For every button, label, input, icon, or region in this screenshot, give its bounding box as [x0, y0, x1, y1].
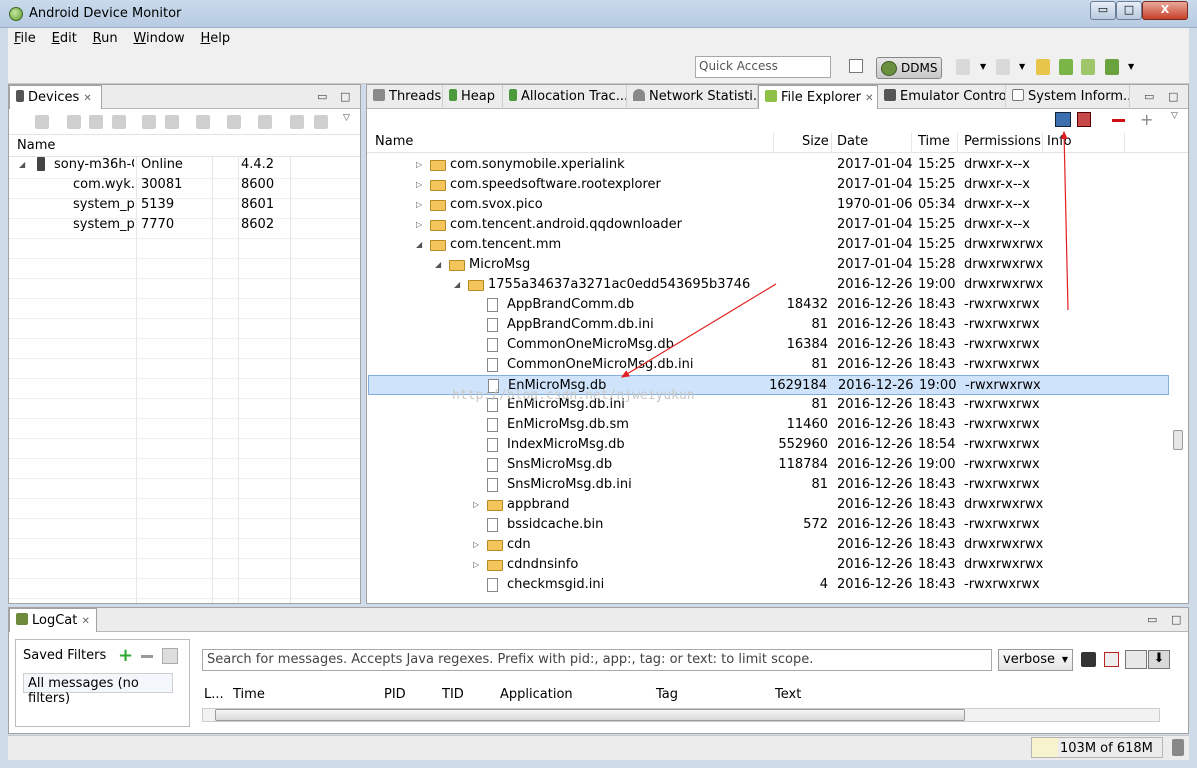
maximize-view-icon[interactable]: □ — [1171, 613, 1181, 626]
remove-filter-icon[interactable] — [141, 655, 153, 658]
close-tab-icon[interactable]: ✕ — [82, 616, 90, 627]
logcat-tabstrip: LogCat ✕ ▭ □ — [9, 608, 1188, 632]
trash-gc-icon[interactable] — [1172, 739, 1184, 756]
filter-all-messages[interactable]: All messages (no filters) — [23, 673, 173, 706]
logcat-search-input[interactable]: Search for messages. Accepts Java regexe… — [202, 649, 992, 671]
heap-status: 103M of 618M — [1031, 737, 1163, 758]
logcat-icon — [16, 613, 28, 625]
save-log-icon[interactable] — [1081, 652, 1096, 667]
arrow-to-pull-button — [1060, 130, 1069, 311]
minimize-view-icon[interactable]: ▭ — [1147, 613, 1157, 626]
saved-filters-title: Saved Filters — [23, 648, 107, 663]
arrow-to-file — [620, 283, 777, 378]
scroll-lock-icon[interactable]: ⬇ — [1148, 650, 1170, 669]
chevron-down-icon: ▼ — [1061, 655, 1068, 664]
col-time[interactable]: Time — [233, 687, 265, 702]
col-application[interactable]: Application — [500, 687, 573, 702]
tab-logcat[interactable]: LogCat ✕ — [9, 608, 97, 632]
log-level-select[interactable]: verbose ▼ — [998, 649, 1073, 671]
col-level[interactable]: L... — [204, 687, 224, 702]
col-pid[interactable]: PID — [384, 687, 406, 702]
add-filter-icon[interactable]: + — [118, 645, 133, 666]
col-text[interactable]: Text — [775, 687, 801, 702]
col-tid[interactable]: TID — [442, 687, 464, 702]
logcat-hscroll-thumb[interactable] — [215, 709, 965, 721]
toggle-filters-icon[interactable] — [1125, 650, 1147, 669]
clear-log-icon[interactable] — [1104, 652, 1119, 667]
col-tag[interactable]: Tag — [656, 687, 678, 702]
edit-filter-icon[interactable] — [162, 648, 178, 664]
status-bar — [8, 735, 1189, 760]
